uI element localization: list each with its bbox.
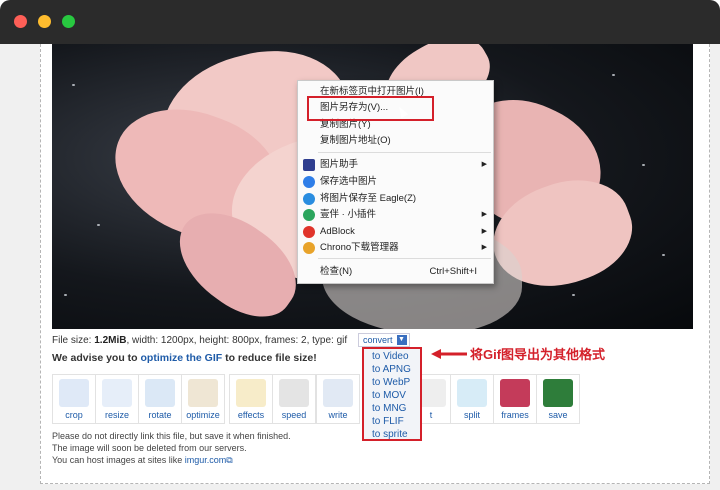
context-menu-item[interactable]: AdBlock ▶ xyxy=(298,224,493,240)
eagle-icon xyxy=(303,193,315,205)
context-menu-item-label: Chrono下载管理器 xyxy=(320,242,399,253)
water-speck xyxy=(662,254,665,256)
context-menu-item-label: 检查(N) xyxy=(320,266,353,277)
tool-label: rotate xyxy=(148,410,172,420)
file-info-prefix: File size: xyxy=(52,335,95,346)
convert-options-menu: to Video to APNG to WebP to MOV to MNG to FLI… xyxy=(362,347,422,441)
context-menu-shortcut: Ctrl+Shift+I xyxy=(429,266,477,277)
tool-label: save xyxy=(548,410,568,420)
tool-resize[interactable]: resize xyxy=(95,374,139,424)
submenu-arrow-icon: ▶ xyxy=(481,244,487,251)
tool-label: speed xyxy=(281,410,307,420)
context-menu-item-label: 将图片保存至 Eagle(Z) xyxy=(320,193,417,204)
convert-option[interactable]: to FLIF xyxy=(372,416,404,427)
ia-icon xyxy=(303,159,315,171)
tool-optimize[interactable]: optimize xyxy=(181,374,225,424)
tool-speed[interactable]: speed xyxy=(272,374,316,424)
water-speck xyxy=(642,164,645,166)
submenu-arrow-icon: ▶ xyxy=(481,161,487,168)
context-menu-item[interactable]: 壹伴 · 小插件 ▶ xyxy=(298,207,493,223)
tool-effects[interactable]: effects xyxy=(229,374,273,424)
note-line-2: The image will soon be deleted from our … xyxy=(52,443,247,453)
file-info: File size: 1.2MiB, width: 1200px, height… xyxy=(52,335,347,346)
chevron-down-icon: ▼ xyxy=(396,335,407,345)
frames-icon xyxy=(500,379,530,407)
tool-split[interactable]: split xyxy=(450,374,494,424)
rotate-icon xyxy=(145,379,175,407)
tool-write[interactable]: write xyxy=(316,374,360,424)
optimize-icon xyxy=(188,379,218,407)
convert-option[interactable]: to MNG xyxy=(372,403,406,414)
imgur-link[interactable]: imgur.com xyxy=(185,455,227,465)
water-speck xyxy=(64,294,67,296)
water-speck xyxy=(97,224,100,226)
tool-save[interactable]: save xyxy=(536,374,580,424)
chrono-icon xyxy=(303,242,315,254)
water-speck xyxy=(572,294,575,296)
context-menu-item-label: 保存选中图片 xyxy=(320,176,378,187)
tool-label: frames xyxy=(501,410,529,420)
speed-icon xyxy=(279,379,309,407)
advise-text: We advise you to optimize the GIF to red… xyxy=(52,352,317,364)
note-line-3-text: You can host images at sites like xyxy=(52,455,185,465)
context-menu-item-label: AdBlock xyxy=(320,226,355,237)
convert-dropdown-button[interactable]: convert ▼ xyxy=(358,333,410,347)
write-icon xyxy=(323,379,353,407)
advise-before: We advise you to xyxy=(52,352,141,364)
file-size-value: 1.2MiB xyxy=(94,335,127,346)
split-icon xyxy=(457,379,487,407)
tool-label: effects xyxy=(237,410,265,420)
annotation-arrow-icon xyxy=(431,349,467,359)
tool-rotate[interactable]: rotate xyxy=(138,374,182,424)
context-menu-separator xyxy=(318,258,491,259)
tool-frames[interactable]: frames xyxy=(493,374,537,424)
save-icon xyxy=(543,379,573,407)
resize-icon xyxy=(102,379,132,407)
advise-after: to reduce file size! xyxy=(222,352,317,364)
minimize-window-button[interactable] xyxy=(38,15,51,28)
close-window-button[interactable] xyxy=(14,15,27,28)
effects-icon xyxy=(236,379,266,407)
submenu-arrow-icon: ▶ xyxy=(481,211,487,218)
context-menu-separator xyxy=(318,152,491,153)
external-link-icon: ⧉ xyxy=(226,455,233,465)
context-menu-item[interactable]: 复制图片地址(O) xyxy=(298,133,493,149)
save-as-highlight-box xyxy=(307,96,434,121)
context-menu-item[interactable]: 将图片保存至 Eagle(Z) xyxy=(298,191,493,207)
tool-label: split xyxy=(463,410,480,420)
convert-option[interactable]: to Video xyxy=(372,351,409,362)
context-menu-item[interactable]: 保存选中图片 xyxy=(298,174,493,190)
tool-label: write xyxy=(328,410,348,420)
convert-option[interactable]: to WebP xyxy=(372,377,410,388)
yiban-icon xyxy=(303,209,315,221)
tool-label: optimize xyxy=(186,410,220,420)
water-speck xyxy=(72,84,75,86)
file-info-details: , width: 1200px, height: 800px, frames: … xyxy=(126,335,348,346)
note-line-3: You can host images at sites like imgur.… xyxy=(52,455,233,466)
context-menu-item-label: 复制图片地址(O) xyxy=(320,135,391,146)
tool-label: crop xyxy=(65,410,83,420)
adblock-icon xyxy=(303,226,315,238)
crop-icon xyxy=(59,379,89,407)
optimize-gif-link[interactable]: optimize the GIF xyxy=(141,352,223,364)
zoom-window-button[interactable] xyxy=(62,15,75,28)
convert-option[interactable]: to MOV xyxy=(372,390,406,401)
tool-crop[interactable]: crop xyxy=(52,374,96,424)
annotation-text: 将Gif图导出为其他格式 xyxy=(470,347,606,362)
convert-label: convert xyxy=(363,335,393,345)
context-menu-item[interactable]: 图片助手 ▶ xyxy=(298,157,493,173)
submenu-arrow-icon: ▶ xyxy=(481,228,487,235)
context-menu-item-label: 图片助手 xyxy=(320,159,359,170)
window-titlebar xyxy=(0,0,720,44)
drop-icon xyxy=(303,176,315,188)
context-menu-item[interactable]: 检查(N) Ctrl+Shift+I xyxy=(298,264,493,280)
water-speck xyxy=(612,74,615,76)
context-menu-item-label: 壹伴 · 小插件 xyxy=(320,209,376,220)
note-line-1: Please do not directly link this file, b… xyxy=(52,431,291,441)
tool-label: resize xyxy=(104,410,129,420)
convert-option[interactable]: to APNG xyxy=(372,364,411,375)
convert-option[interactable]: to sprite xyxy=(372,429,408,440)
context-menu-item[interactable]: Chrono下载管理器 ▶ xyxy=(298,240,493,256)
